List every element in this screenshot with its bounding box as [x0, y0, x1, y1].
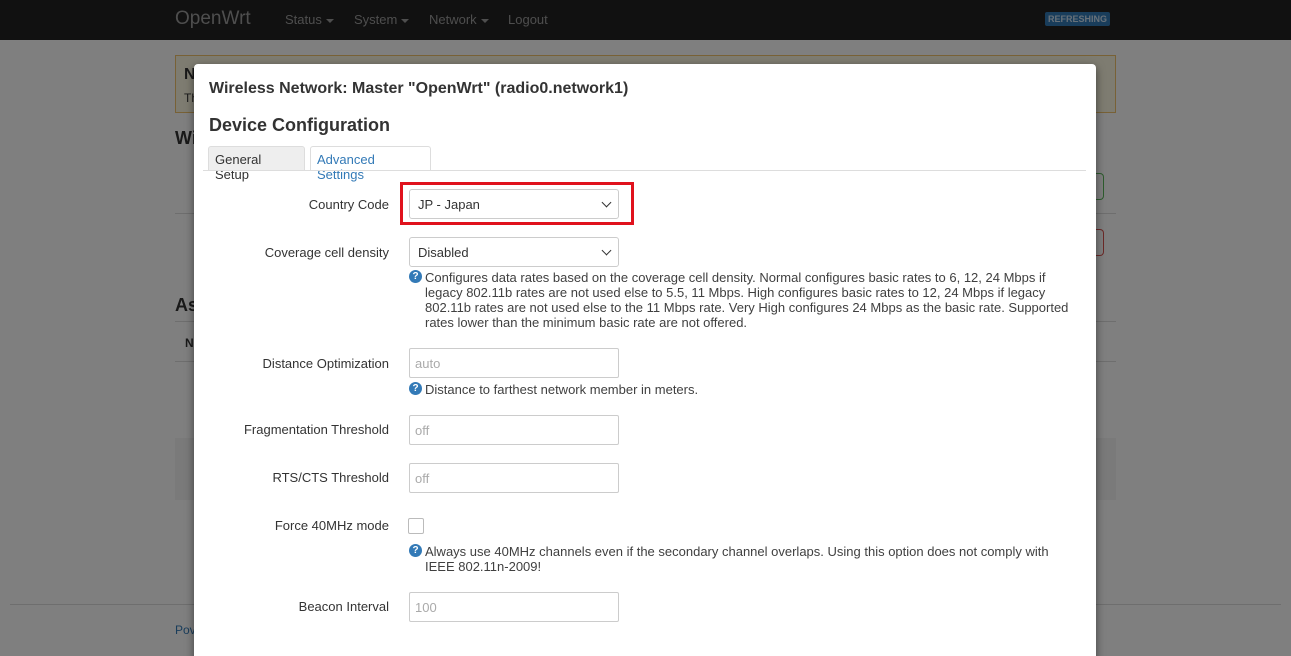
tab-advanced-settings[interactable]: Advanced Settings	[310, 146, 431, 182]
fragmentation-input[interactable]: off	[409, 415, 619, 445]
coverage-value: Disabled	[418, 245, 469, 260]
help-line: IEEE 802.11n-2009!	[425, 559, 542, 574]
wireless-config-modal: Wireless Network: Master "OpenWrt" (radi…	[194, 64, 1096, 656]
help-icon: ?	[409, 544, 422, 557]
coverage-label: Coverage cell density	[264, 245, 389, 260]
distance-label: Distance Optimization	[262, 356, 389, 371]
distance-help-text: Distance to farthest network member in m…	[425, 382, 699, 397]
help-icon: ?	[409, 270, 422, 283]
help-icon: ?	[409, 382, 422, 395]
distance-input[interactable]: auto	[409, 348, 619, 378]
help-line: Always use 40MHz channels even if the se…	[425, 544, 1049, 559]
coverage-help-text: Configures data rates based on the cover…	[425, 270, 1068, 330]
beacon-interval-label: Beacon Interval	[298, 599, 389, 614]
highlight-box	[400, 182, 634, 225]
help-line: rates lower than the minimum basic rate …	[425, 315, 748, 330]
help-line: legacy 802.11b rates are not used else t…	[425, 285, 1046, 300]
rts-cts-input[interactable]: off	[409, 463, 619, 493]
help-line: 802.11b rates are not used else to the 1…	[425, 300, 1069, 315]
force40-help-text: Always use 40MHz channels even if the se…	[425, 544, 1049, 574]
fragmentation-label: Fragmentation Threshold	[243, 422, 389, 437]
beacon-interval-input[interactable]: 100	[409, 592, 619, 622]
modal-title: Wireless Network: Master "OpenWrt" (radi…	[209, 80, 629, 97]
force40-checkbox[interactable]	[408, 518, 424, 534]
force40-label: Force 40MHz mode	[274, 518, 389, 533]
chevron-down-icon	[601, 245, 612, 256]
section-title: Device Configuration	[209, 115, 391, 135]
tab-underline	[203, 170, 1086, 171]
rts-cts-label: RTS/CTS Threshold	[272, 470, 389, 485]
help-line: Configures data rates based on the cover…	[425, 270, 1046, 285]
tab-general-setup[interactable]: General Setup	[208, 146, 305, 182]
country-code-label: Country Code	[308, 197, 389, 212]
coverage-select[interactable]: Disabled	[409, 237, 619, 267]
